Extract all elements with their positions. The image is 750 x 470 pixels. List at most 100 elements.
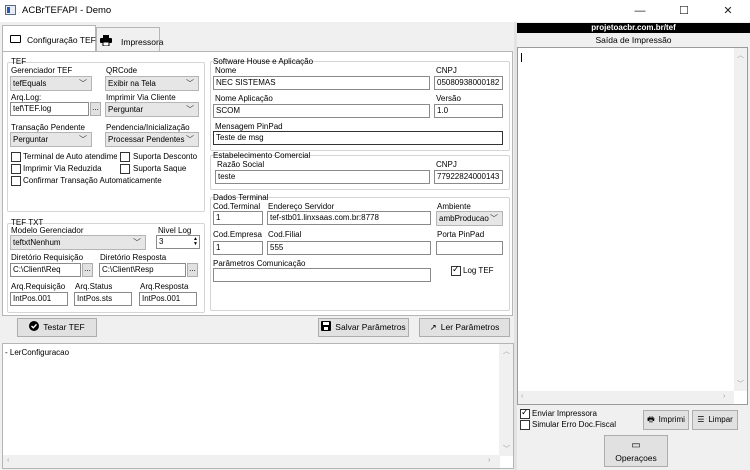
ler-parametros-button[interactable]: ↗ Ler Parâmetros [419, 318, 510, 337]
site-banner[interactable]: projetoacbr.com.br/tef [517, 23, 750, 33]
razao-input[interactable]: teste [215, 170, 430, 184]
arrow-icon: ↗ [429, 322, 437, 332]
nivel-log-label: Nivel Log [158, 226, 192, 235]
browse-resp-button[interactable]: ... [187, 263, 198, 277]
browse-req-button[interactable]: ... [82, 263, 93, 277]
log-vscrollbar[interactable]: ︿ ﹀ [499, 344, 513, 456]
cod-terminal-input[interactable]: 1 [213, 211, 263, 225]
saida-vscrollbar[interactable]: ︿ ﹀ [734, 48, 747, 391]
cod-terminal-label: Cod.Terminal [213, 202, 261, 211]
gerenciador-label: Gerenciador TEF [11, 66, 73, 75]
text-caret [521, 53, 522, 62]
porta-label: Porta PinPad [437, 230, 485, 239]
nome-app-input[interactable]: SCOM [213, 104, 430, 118]
msg-pinpad-input[interactable]: Teste de msg [213, 131, 503, 145]
spin-arrows-icon[interactable]: ▲ ▼ [193, 237, 198, 247]
dados-terminal-title: Dados Terminal [213, 193, 269, 202]
transacao-value: Perguntar [13, 135, 49, 144]
arq-req-input[interactable]: IntPos.001 [10, 292, 68, 306]
gerenciador-value: tefEquals [13, 79, 47, 88]
parametros-input[interactable] [213, 268, 431, 282]
tab-configuracao-tef[interactable]: Configuração TEF [2, 25, 96, 52]
dir-resp-input[interactable]: C:\Client\Resp [99, 263, 186, 277]
chevron-down-icon: ﹀ [79, 135, 87, 144]
log-hscrollbar[interactable]: ‹ › [3, 455, 500, 468]
operacoes-label: Operaçoes [615, 453, 657, 463]
cnpj-sh-input[interactable]: 05080938000182 [434, 76, 503, 90]
arq-status-label: Arq.Status [75, 282, 113, 291]
chevron-down-icon: ﹀ [133, 238, 141, 247]
scroll-left-icon[interactable]: ‹ [7, 457, 9, 464]
software-house-title: Software House e Aplicação [213, 57, 314, 66]
enviar-impressora-checkbox[interactable] [520, 407, 530, 419]
tab-impressora-label: Impressora [121, 37, 164, 47]
pendencia-label: Pendencia/Inicialização [106, 123, 190, 132]
qrcode-label: QRCode [106, 66, 138, 75]
title-bar: ACBrTEFAPI - Demo — ☐ ✕ [0, 0, 750, 22]
saida-hscrollbar[interactable]: ‹ › [518, 391, 734, 404]
scroll-right-icon[interactable]: › [488, 457, 490, 464]
terminal-auto-checkbox[interactable] [11, 152, 21, 162]
testar-tef-label: Testar TEF [43, 322, 85, 332]
testar-tef-button[interactable]: Testar TEF [17, 318, 97, 337]
minimize-button[interactable]: — [618, 0, 662, 22]
scroll-down-icon[interactable]: ﹀ [503, 444, 510, 454]
scroll-left-icon[interactable]: ‹ [521, 393, 523, 400]
scroll-down-icon[interactable]: ﹀ [737, 379, 744, 389]
scroll-right-icon[interactable]: › [723, 393, 725, 400]
limpar-button[interactable]: ☰ Limpar [692, 410, 738, 430]
tab-impressora[interactable]: Impressora [96, 27, 164, 51]
suporta-desconto-checkbox[interactable] [120, 152, 130, 162]
nome-input[interactable]: NEC SISTEMAS [213, 76, 430, 90]
versao-input[interactable]: 1.0 [434, 104, 503, 118]
modelo-select[interactable]: teftxtNenhum ﹀ [10, 235, 146, 250]
scroll-up-icon[interactable]: ︿ [503, 346, 510, 356]
cod-empresa-input[interactable]: 1 [213, 241, 263, 255]
close-button[interactable]: ✕ [706, 0, 750, 22]
nivel-log-spin[interactable]: 3 ▲ ▼ [156, 235, 200, 249]
salvar-parametros-button[interactable]: Salvar Parâmetros [318, 318, 409, 337]
log-tef-checkbox[interactable] [451, 264, 461, 276]
cnpj-est-input[interactable]: 77922824000143 [434, 170, 503, 184]
porta-input[interactable] [436, 241, 503, 255]
endereco-input[interactable]: tef-stb01.linxsaas.com.br:8778 [267, 211, 431, 225]
ambiente-select[interactable]: ambProducao ﹀ [436, 211, 503, 226]
arqlog-input[interactable]: tef\TEF.log [10, 102, 89, 116]
imprimir-reduzida-checkbox[interactable] [11, 164, 21, 174]
arq-status-input[interactable]: IntPos.sts [74, 292, 132, 306]
window-title: ACBrTEFAPI - Demo [22, 5, 112, 16]
imprimir-button[interactable]: 🖶 Imprimi [643, 410, 689, 430]
arqlog-label: Arq.Log: [11, 93, 42, 102]
qrcode-select[interactable]: Exibir na Tela ﹀ [105, 76, 199, 91]
browse-button[interactable]: ... [90, 102, 101, 116]
dir-req-label: Diretório Requisição [11, 253, 84, 262]
simular-erro-checkbox[interactable] [520, 420, 530, 430]
gerenciador-select[interactable]: tefEquals ﹀ [10, 76, 92, 91]
suporta-saque-checkbox[interactable] [120, 164, 130, 174]
dir-req-input[interactable]: C:\Client\Req [10, 263, 81, 277]
cod-filial-input[interactable]: 555 [267, 241, 431, 255]
pendencia-select[interactable]: Processar Pendentes ﹀ [105, 132, 199, 147]
saida-memo[interactable]: ︿ ﹀ ‹ › [517, 47, 748, 405]
salvar-parametros-label: Salvar Parâmetros [335, 322, 406, 332]
parametros-label: Parâmetros Comunicação [213, 259, 306, 268]
scroll-up-icon[interactable]: ︿ [737, 50, 744, 60]
imprimir-via-label: Imprimir Via Cliente [106, 93, 176, 102]
arq-resp-label: Arq.Resposta [140, 282, 189, 291]
endereco-label: Endereço Servidor [268, 202, 335, 211]
check-circle-icon [29, 319, 40, 336]
transacao-select[interactable]: Perguntar ﹀ [10, 132, 92, 147]
modelo-label: Modelo Gerenciador [11, 226, 84, 235]
operacoes-button[interactable]: ▭ Operaçoes [604, 435, 668, 467]
transacao-label: Transação Pendente [11, 123, 85, 132]
arq-resp-input[interactable]: IntPos.001 [139, 292, 197, 306]
log-memo[interactable]: - LerConfiguracao ︿ ﹀ ‹ › [2, 343, 514, 469]
cod-empresa-label: Cod.Empresa [213, 230, 262, 239]
enviar-impressora-label: Enviar Impressora [532, 409, 597, 418]
confirmar-auto-checkbox[interactable] [11, 176, 21, 186]
imprimir-via-select[interactable]: Perguntar ﹀ [105, 102, 199, 117]
confirmar-auto-label: Confirmar Transação Automaticamente [23, 176, 162, 185]
printer-icon: 🖶 [647, 415, 655, 424]
app-icon [5, 5, 16, 15]
maximize-button[interactable]: ☐ [662, 0, 706, 22]
